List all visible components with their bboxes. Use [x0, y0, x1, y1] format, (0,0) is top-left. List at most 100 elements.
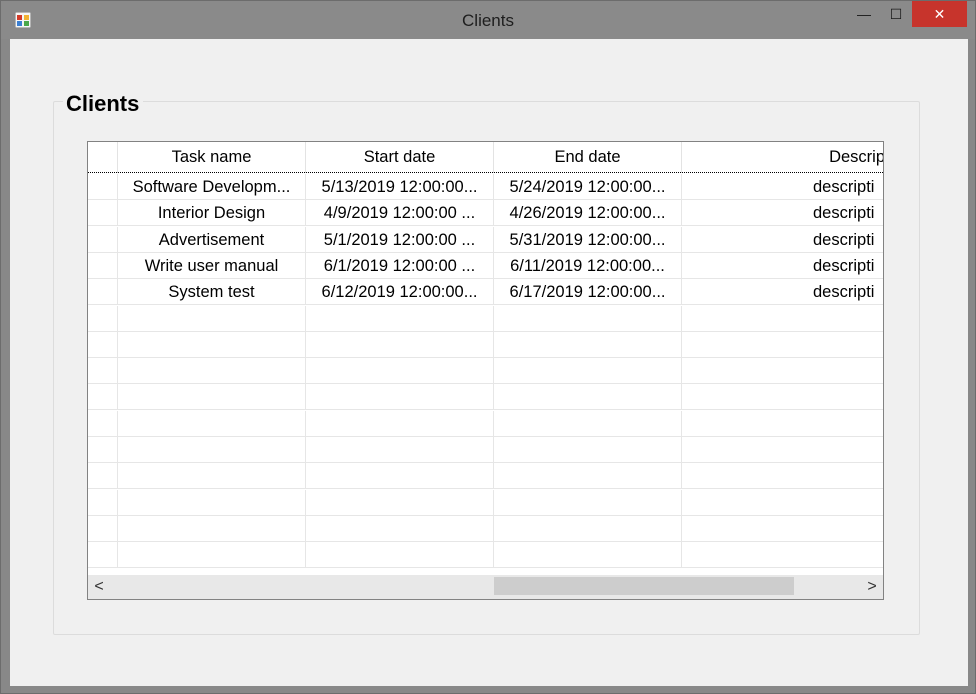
cell-end-date[interactable]: 6/17/2019 12:00:00... — [494, 279, 682, 306]
cell-end-date[interactable]: 5/24/2019 12:00:00... — [494, 174, 682, 200]
cell-start-date[interactable]: 5/1/2019 12:00:00 ... — [306, 226, 494, 253]
cell-end-date[interactable] — [494, 515, 682, 542]
cell-end-date[interactable] — [494, 331, 682, 358]
minimize-button[interactable]: — — [847, 1, 881, 27]
cell-task-name[interactable]: System test — [118, 279, 306, 306]
table-row[interactable]: Advertisement 5/1/2019 12:00:00 ... 5/31/2… — [88, 226, 883, 253]
cell-start-date[interactable]: 6/12/2019 12:00:00... — [306, 279, 494, 306]
cell-task-name[interactable]: Interior Design — [118, 200, 306, 227]
cell-task-name[interactable] — [118, 358, 306, 385]
cell-start-date[interactable] — [306, 331, 494, 358]
row-header-cell[interactable] — [88, 384, 118, 411]
tasks-data-grid[interactable]: Task name Start date End date Descrip So… — [87, 141, 884, 600]
cell-task-name[interactable] — [118, 437, 306, 463]
horizontal-scrollbar[interactable]: < > — [88, 575, 883, 599]
cell-start-date[interactable] — [306, 384, 494, 411]
row-header-cell[interactable] — [88, 410, 118, 437]
cell-description[interactable] — [682, 306, 883, 332]
row-header-cell[interactable] — [88, 305, 118, 332]
cell-task-name[interactable] — [118, 489, 306, 516]
table-row[interactable]: System test 6/12/2019 12:00:00... 6/17/201… — [88, 279, 883, 306]
empty-table-row[interactable] — [88, 305, 883, 332]
cell-start-date[interactable] — [306, 437, 494, 463]
cell-description[interactable] — [682, 490, 883, 516]
cell-end-date[interactable]: 4/26/2019 12:00:00... — [494, 200, 682, 227]
cell-end-date[interactable] — [494, 437, 682, 463]
row-header-cell[interactable] — [88, 279, 118, 306]
empty-table-row[interactable] — [88, 463, 883, 490]
row-header-cell[interactable] — [88, 489, 118, 516]
scroll-left-arrow-icon[interactable]: < — [88, 575, 110, 599]
row-header-cell[interactable] — [88, 463, 118, 490]
cell-end-date[interactable] — [494, 410, 682, 437]
cell-description[interactable]: descripti — [682, 279, 883, 305]
row-header-cell[interactable] — [88, 200, 118, 227]
row-header-cell[interactable] — [88, 358, 118, 385]
empty-table-row[interactable] — [88, 489, 883, 516]
row-header-cell[interactable] — [88, 437, 118, 463]
cell-end-date[interactable] — [494, 542, 682, 569]
cell-task-name[interactable]: Write user manual — [118, 252, 306, 279]
cell-task-name[interactable] — [118, 542, 306, 569]
cell-description[interactable]: descripti — [682, 200, 883, 226]
cell-start-date[interactable]: 4/9/2019 12:00:00 ... — [306, 200, 494, 227]
row-header-cell[interactable] — [88, 252, 118, 279]
close-button[interactable]: ✕ — [912, 1, 967, 27]
cell-description[interactable]: descripti — [682, 253, 883, 279]
row-header-cell[interactable] — [88, 331, 118, 358]
cell-description[interactable] — [682, 384, 883, 410]
cell-start-date[interactable]: 6/1/2019 12:00:00 ... — [306, 252, 494, 279]
cell-end-date[interactable] — [494, 358, 682, 385]
cell-task-name[interactable]: Software Developm... — [118, 174, 306, 200]
cell-end-date[interactable] — [494, 463, 682, 490]
row-header-cell[interactable] — [88, 542, 118, 569]
cell-end-date[interactable] — [494, 384, 682, 411]
cell-start-date[interactable] — [306, 463, 494, 490]
cell-description[interactable] — [682, 542, 883, 568]
cell-start-date[interactable] — [306, 305, 494, 332]
cell-description[interactable] — [682, 437, 883, 463]
cell-start-date[interactable] — [306, 515, 494, 542]
cell-start-date[interactable] — [306, 358, 494, 385]
empty-table-row[interactable] — [88, 542, 883, 569]
cell-end-date[interactable]: 5/31/2019 12:00:00... — [494, 226, 682, 253]
cell-description[interactable]: descripti — [682, 227, 883, 253]
empty-table-row[interactable] — [88, 515, 883, 542]
row-header-corner[interactable] — [88, 142, 118, 173]
column-header-task-name[interactable]: Task name — [118, 142, 306, 173]
empty-table-row[interactable] — [88, 384, 883, 411]
scroll-thumb[interactable] — [494, 577, 794, 595]
cell-description[interactable] — [682, 463, 883, 489]
maximize-button[interactable]: ☐ — [879, 1, 913, 27]
scroll-right-arrow-icon[interactable]: > — [861, 575, 883, 599]
cell-description[interactable] — [682, 411, 883, 437]
cell-task-name[interactable] — [118, 305, 306, 332]
cell-description[interactable] — [682, 332, 883, 358]
cell-start-date[interactable] — [306, 410, 494, 437]
cell-description[interactable] — [682, 358, 883, 384]
row-header-cell[interactable] — [88, 226, 118, 253]
empty-table-row[interactable] — [88, 410, 883, 437]
row-header-cell[interactable] — [88, 515, 118, 542]
cell-task-name[interactable] — [118, 331, 306, 358]
row-header-cell[interactable] — [88, 174, 118, 200]
table-row[interactable]: Software Developm... 5/13/2019 12:00:00..… — [88, 174, 883, 200]
cell-end-date[interactable]: 6/11/2019 12:00:00... — [494, 252, 682, 279]
table-row[interactable]: Write user manual 6/1/2019 12:00:00 ... 6/… — [88, 252, 883, 279]
title-bar[interactable]: Clients — ☐ ✕ — [1, 1, 975, 39]
empty-table-row[interactable] — [88, 331, 883, 358]
empty-table-row[interactable] — [88, 358, 883, 385]
cell-description[interactable] — [682, 516, 883, 542]
table-row[interactable]: Interior Design 4/9/2019 12:00:00 ... 4/26… — [88, 200, 883, 227]
cell-task-name[interactable] — [118, 384, 306, 411]
cell-end-date[interactable] — [494, 305, 682, 332]
cell-description[interactable]: descripti — [682, 174, 883, 200]
empty-table-row[interactable] — [88, 437, 883, 463]
column-header-start-date[interactable]: Start date — [306, 142, 494, 173]
cell-start-date[interactable] — [306, 489, 494, 516]
cell-task-name[interactable] — [118, 463, 306, 490]
cell-start-date[interactable] — [306, 542, 494, 569]
cell-task-name[interactable] — [118, 515, 306, 542]
cell-task-name[interactable] — [118, 410, 306, 437]
column-header-end-date[interactable]: End date — [494, 142, 682, 173]
